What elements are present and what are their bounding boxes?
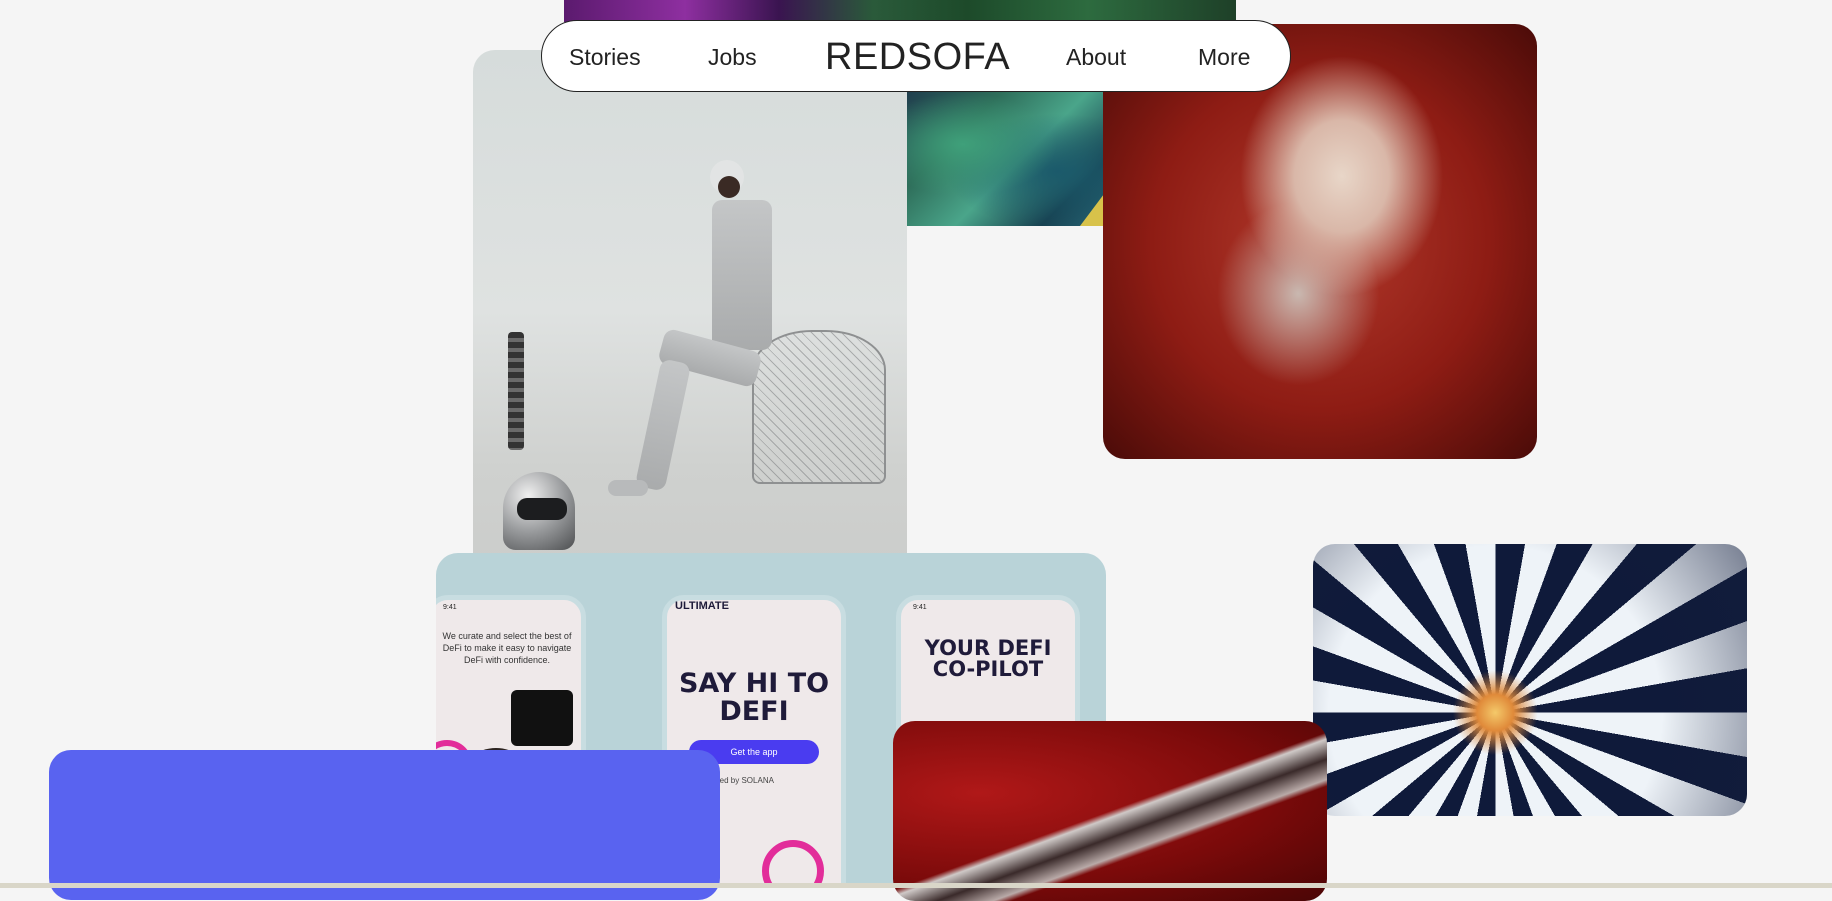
- phone-intro-text: We curate and select the best of DeFi to…: [442, 631, 572, 665]
- app-headline: SAY HI TO DEFI: [678, 668, 830, 727]
- brand-logo[interactable]: REDSOFA: [825, 21, 1010, 93]
- wire-chair-prop: [752, 330, 886, 484]
- sculpture-prop: [508, 332, 524, 450]
- nav-link-jobs[interactable]: Jobs: [708, 21, 757, 93]
- nav-link-more[interactable]: More: [1198, 21, 1250, 93]
- blue-project-card[interactable]: [49, 750, 720, 900]
- swirl-icon: [762, 840, 824, 888]
- checkerboard-vortex-card[interactable]: [1313, 544, 1747, 816]
- nav-link-stories[interactable]: Stories: [569, 21, 641, 93]
- main-nav: Stories Jobs REDSOFA About More: [541, 20, 1291, 92]
- helmet-visor: [517, 498, 567, 520]
- abstract-art-strip[interactable]: [564, 0, 1236, 22]
- red-car-photo-card[interactable]: [893, 721, 1327, 901]
- sneaker: [608, 480, 648, 496]
- phone-time: 9:41: [913, 604, 927, 611]
- face: [718, 176, 740, 198]
- mini-chart-widget: [511, 690, 573, 746]
- nav-link-about[interactable]: About: [1066, 21, 1126, 93]
- phone-time: 9:41: [443, 604, 457, 611]
- helmet-prop: [503, 472, 575, 550]
- crystal-art-thumbnail[interactable]: [900, 90, 1110, 226]
- jacket: [712, 200, 772, 350]
- app-logo-text: ULTIMATE: [675, 600, 729, 612]
- page-divider: [0, 883, 1832, 888]
- app-headline: YOUR DEFI CO-PILOT: [924, 636, 1052, 681]
